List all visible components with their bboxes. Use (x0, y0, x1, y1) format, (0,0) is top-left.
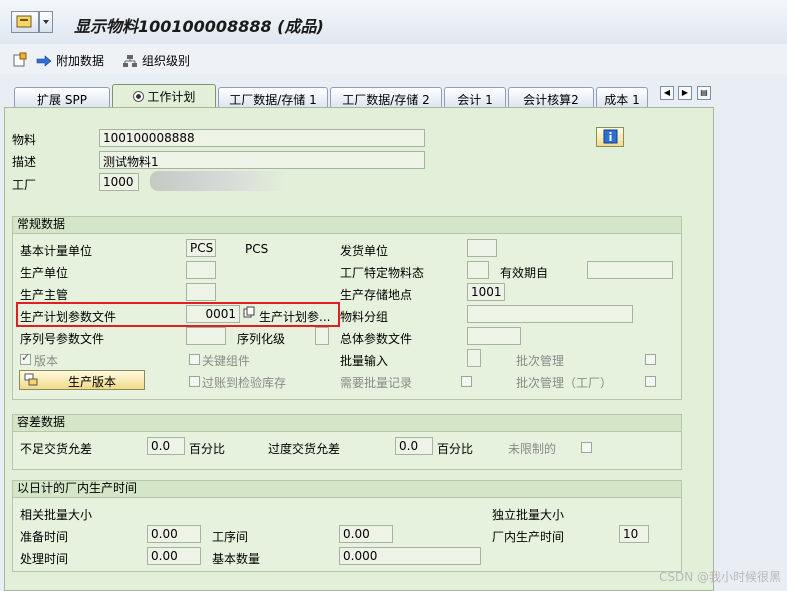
lot-dependent-label: 相关批量大小 (20, 508, 93, 522)
tolerance-data-title: 容差数据 (13, 415, 681, 432)
base-quantity-field[interactable]: 0.000 (339, 547, 481, 565)
redacted-plant-text (150, 171, 290, 191)
underdelivery-unit: 百分比 (189, 442, 226, 456)
info-button[interactable] (596, 127, 624, 147)
production-unit-label: 生产单位 (20, 266, 69, 280)
general-data-title: 常规数据 (13, 217, 681, 234)
unlimited-label: 未限制的 (508, 442, 557, 456)
plant-status-label: 工厂特定物料态 (340, 266, 425, 280)
tab-scroll-left-icon[interactable]: ◀ (660, 86, 674, 100)
overall-profile-label: 总体参数文件 (340, 332, 413, 346)
batch-record-label: 需要批量记录 (340, 376, 413, 390)
description-field[interactable]: 测试物料1 (99, 151, 425, 169)
org-structure-icon (123, 54, 137, 67)
menu-icon[interactable] (11, 11, 39, 33)
serialization-level-field[interactable] (315, 327, 329, 345)
lot-independent-label: 独立批量大小 (492, 508, 565, 522)
batch-record-checkbox[interactable] (461, 376, 472, 387)
batch-management-label: 批次管理 (516, 354, 565, 368)
serial-profile-field[interactable] (186, 327, 226, 345)
issue-unit-field[interactable] (467, 239, 497, 257)
key-component-label: 关键组件 (202, 354, 251, 368)
selected-radio-icon (132, 91, 144, 102)
document-icon-button[interactable] (12, 52, 28, 68)
batch-entry-field[interactable] (467, 349, 481, 367)
key-component-checkbox[interactable] (189, 354, 200, 365)
batch-management-plant-checkbox[interactable] (645, 376, 656, 387)
processing-time-label: 处理时间 (20, 552, 69, 566)
unlimited-checkbox[interactable] (581, 442, 592, 453)
title-bar: 显示物料100100008888 (成品) (0, 0, 787, 44)
plant-status-field[interactable] (467, 261, 489, 279)
post-to-inspection-label: 过账到检验库存 (202, 376, 287, 390)
valid-from-label: 有效期自 (500, 266, 549, 280)
overdelivery-field[interactable]: 0.0 (395, 437, 433, 455)
base-uom-field[interactable]: PCS (186, 239, 216, 257)
production-version-icon (24, 373, 38, 386)
processing-time-field[interactable]: 0.00 (147, 547, 201, 565)
post-to-inspection-checkbox[interactable] (189, 376, 200, 387)
inhouse-time-title: 以日计的厂内生产时间 (13, 481, 681, 498)
setup-time-label: 准备时间 (20, 530, 69, 544)
production-unit-field[interactable] (186, 261, 216, 279)
production-version-label: 生产版本 (68, 375, 117, 389)
material-label: 物料 (12, 133, 37, 147)
watermark: CSDN @我小时候很黑 (658, 570, 781, 584)
version-label: 版本 (34, 354, 59, 368)
base-quantity-label: 基本数量 (212, 552, 261, 566)
tab-plant-storage-2[interactable]: 工厂数据/存储 2 (330, 87, 442, 107)
plant-field[interactable]: 1000 (99, 173, 139, 191)
tab-accounting-1[interactable]: 会计 1 (444, 87, 506, 107)
interoperation-label: 工序间 (212, 530, 249, 544)
tab-extend-spp[interactable]: 扩展 SPP (14, 87, 110, 107)
production-version-button[interactable]: 生产版本 (19, 370, 145, 390)
production-supervisor-label: 生产主管 (20, 288, 69, 302)
storage-location-label: 生产存储地点 (340, 288, 413, 302)
additional-data-button[interactable]: 附加数据 (36, 52, 104, 69)
valid-from-field[interactable] (587, 261, 673, 279)
document-icon (13, 52, 27, 67)
batch-management-plant-label: 批次管理（工厂） (516, 376, 613, 390)
setup-time-field[interactable]: 0.00 (147, 525, 201, 543)
page-title: 显示物料100100008888 (成品) (74, 17, 324, 36)
info-icon (603, 129, 618, 144)
dropdown-icon[interactable] (39, 11, 53, 33)
tab-costing-2[interactable]: 会计核算2 (508, 87, 594, 107)
overdelivery-label: 过度交货允差 (268, 442, 341, 456)
interoperation-field[interactable]: 0.00 (339, 525, 393, 543)
tab-cost-1[interactable]: 成本 1 (596, 87, 648, 107)
org-levels-label: 组织级别 (142, 54, 191, 68)
batch-management-checkbox[interactable] (645, 354, 656, 365)
tab-plant-storage-1[interactable]: 工厂数据/存储 1 (218, 87, 328, 107)
org-levels-button[interactable]: 组织级别 (122, 52, 190, 69)
arrow-right-icon (36, 54, 52, 67)
highlight-box (16, 302, 340, 327)
material-group-label: 物料分组 (340, 310, 389, 324)
production-supervisor-field[interactable] (186, 283, 216, 301)
additional-data-label: 附加数据 (56, 54, 105, 68)
base-uom-label: 基本计量单位 (20, 244, 93, 258)
material-group-field[interactable] (467, 305, 633, 323)
serial-profile-label: 序列号参数文件 (20, 332, 105, 346)
overall-profile-field[interactable] (467, 327, 521, 345)
tab-scroll-right-icon[interactable]: ▶ (678, 86, 692, 100)
underdelivery-label: 不足交货允差 (20, 442, 93, 456)
version-checkbox[interactable] (20, 351, 31, 365)
batch-entry-label: 批量输入 (340, 354, 389, 368)
storage-location-field[interactable]: 1001 (467, 283, 505, 301)
tab-list-icon[interactable]: ▤ (697, 86, 711, 100)
tab-work-scheduling[interactable]: 工作计划 (112, 84, 216, 108)
issue-unit-label: 发货单位 (340, 244, 389, 258)
plant-label: 工厂 (12, 178, 37, 192)
serialization-level-label: 序列化级 (237, 332, 286, 346)
inhouse-production-field[interactable]: 10 (619, 525, 649, 543)
overdelivery-unit: 百分比 (437, 442, 474, 456)
inhouse-production-label: 厂内生产时间 (492, 530, 565, 544)
underdelivery-field[interactable]: 0.0 (147, 437, 185, 455)
application-toolbar: 附加数据 组织级别 (0, 44, 787, 74)
description-label: 描述 (12, 155, 37, 169)
base-uom-text: PCS (245, 242, 269, 256)
material-field[interactable]: 100100008888 (99, 129, 425, 147)
